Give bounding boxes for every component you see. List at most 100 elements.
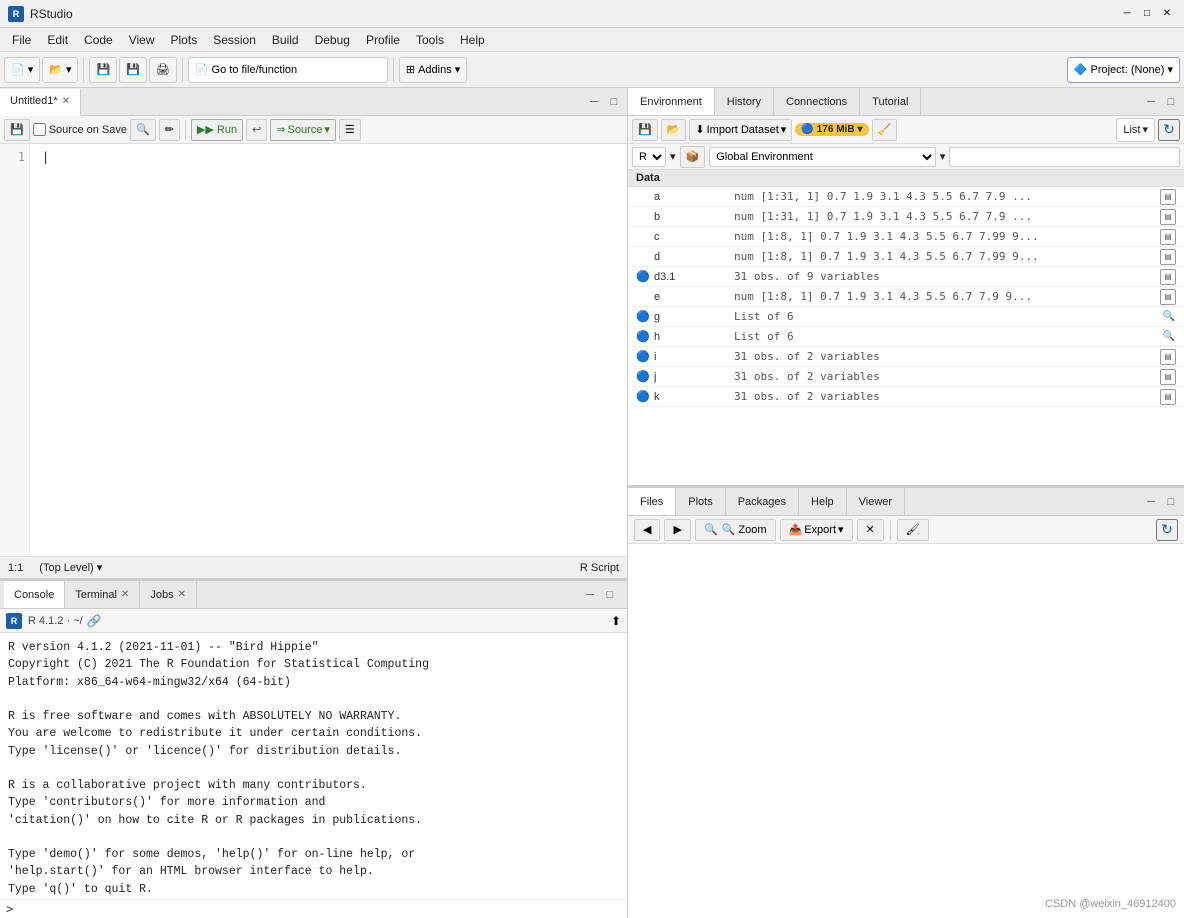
env-row-j[interactable]: 🔵 j 31 obs. of 2 variables ▤ (628, 367, 1184, 387)
env-search-input[interactable] (949, 147, 1180, 167)
import-dataset-button[interactable]: ⬇ Import Dataset ▾ (689, 119, 792, 141)
new-file-button[interactable]: 📄 ▾ (4, 57, 40, 83)
env-scroll-j[interactable]: ▤ (1160, 369, 1176, 385)
menu-profile[interactable]: Profile (358, 31, 408, 49)
save-all-button[interactable]: 💾 (119, 57, 147, 83)
env-row-k[interactable]: 🔵 k 31 obs. of 2 variables ▤ (628, 387, 1184, 407)
files-refresh-button[interactable]: ↻ (1156, 519, 1178, 541)
env-row-e[interactable]: e num [1:8, 1] 0.7 1.9 3.1 4.3 5.5 6.7 7… (628, 287, 1184, 307)
env-row-h[interactable]: 🔵 h List of 6 🔍 (628, 327, 1184, 347)
list-view-label: List (1123, 124, 1140, 136)
env-package-button[interactable]: 📦 (680, 146, 706, 168)
files-maximize-button[interactable]: □ (1162, 493, 1180, 511)
rerun-button[interactable]: ↩ (246, 119, 267, 141)
export-button[interactable]: 📤 Export ▾ (780, 519, 853, 541)
env-scroll-i[interactable]: ▤ (1160, 349, 1176, 365)
console-tab[interactable]: Console (4, 581, 65, 608)
print-button[interactable]: 🖨 (149, 57, 177, 83)
env-row-c[interactable]: c num [1:8, 1] 0.7 1.9 3.1 4.3 5.5 6.7 7… (628, 227, 1184, 247)
env-scroll-b[interactable]: ▤ (1160, 209, 1176, 225)
addins-button[interactable]: ⊞ Addins ▾ (399, 57, 467, 83)
env-scroll-e[interactable]: ▤ (1160, 289, 1176, 305)
env-row-b[interactable]: b num [1:31, 1] 0.7 1.9 3.1 4.3 5.5 6.7 … (628, 207, 1184, 227)
go-to-file-button[interactable]: 📄 Go to file/function (188, 57, 388, 83)
files-tab[interactable]: Files (628, 488, 676, 515)
source-button[interactable]: ⇒ Source ▾ (270, 119, 336, 141)
env-row-d3[interactable]: 🔵 d3.1 31 obs. of 9 variables ▤ (628, 267, 1184, 287)
jobs-tab[interactable]: Jobs ✕ (140, 581, 197, 608)
close-button[interactable]: ✕ (1158, 5, 1176, 23)
save-button[interactable]: 💾 (89, 57, 117, 83)
source-on-save-checkbox[interactable] (33, 123, 46, 136)
terminal-close-icon[interactable]: ✕ (121, 589, 129, 600)
console-scroll-top[interactable]: ⬆ (611, 614, 621, 628)
editor-options-button[interactable]: ☰ (339, 119, 361, 141)
files-minimize-button[interactable]: ─ (1142, 493, 1160, 511)
env-row-i[interactable]: 🔵 i 31 obs. of 2 variables ▤ (628, 347, 1184, 367)
plots-tab[interactable]: Plots (676, 488, 725, 515)
env-search-h[interactable]: 🔍 (1162, 330, 1176, 344)
env-row-a[interactable]: a num [1:31, 1] 0.7 1.9 3.1 4.3 5.5 6.7 … (628, 187, 1184, 207)
tutorial-tab[interactable]: Tutorial (860, 88, 921, 115)
global-env-selector[interactable]: Global Environment (709, 147, 936, 167)
menu-debug[interactable]: Debug (307, 31, 358, 49)
env-scroll-d[interactable]: ▤ (1160, 249, 1176, 265)
editor-search-button[interactable]: 🔍 (130, 119, 156, 141)
terminal-tab-label: Terminal (75, 589, 117, 601)
env-search-g[interactable]: 🔍 (1162, 310, 1176, 324)
r-version-path: R 4.1.2 · ~/ (28, 615, 83, 627)
menu-session[interactable]: Session (205, 31, 264, 49)
env-refresh-button[interactable]: ↻ (1158, 119, 1180, 141)
open-file-button[interactable]: 📂 ▾ (42, 57, 78, 83)
list-view-selector[interactable]: List ▾ (1116, 118, 1155, 142)
env-scroll-k[interactable]: ▤ (1160, 389, 1176, 405)
viewer-tab[interactable]: Viewer (847, 488, 905, 515)
menu-help[interactable]: Help (452, 31, 493, 49)
console-input[interactable] (17, 902, 621, 916)
menu-code[interactable]: Code (76, 31, 121, 49)
editor-save-button[interactable]: 💾 (4, 119, 30, 141)
editor-maximize-button[interactable]: □ (605, 93, 623, 111)
env-scroll-d3[interactable]: ▤ (1160, 269, 1176, 285)
connections-tab[interactable]: Connections (774, 88, 860, 115)
env-minimize-button[interactable]: ─ (1142, 93, 1160, 111)
env-open-button[interactable]: 📂 (661, 119, 687, 141)
menu-edit[interactable]: Edit (39, 31, 76, 49)
editor-content[interactable]: | (30, 144, 627, 556)
zoom-button[interactable]: 🔍 🔍 Zoom (695, 519, 776, 541)
files-close-button[interactable]: ✕ (857, 519, 884, 541)
editor-tab-close[interactable]: ✕ (62, 96, 70, 107)
menu-build[interactable]: Build (264, 31, 307, 49)
minimize-button[interactable]: ─ (1118, 5, 1136, 23)
environment-tab[interactable]: Environment (628, 88, 715, 115)
env-row-d[interactable]: d num [1:8, 1] 0.7 1.9 3.1 4.3 5.5 6.7 7… (628, 247, 1184, 267)
maximize-button[interactable]: □ (1138, 5, 1156, 23)
files-forward-button[interactable]: ▶ (664, 519, 690, 541)
env-row-g[interactable]: 🔵 g List of 6 🔍 (628, 307, 1184, 327)
history-tab[interactable]: History (715, 88, 774, 115)
menu-view[interactable]: View (121, 31, 163, 49)
menu-plots[interactable]: Plots (163, 31, 206, 49)
menu-tools[interactable]: Tools (408, 31, 452, 49)
console-minimize-button[interactable]: ─ (581, 586, 599, 604)
menu-file[interactable]: File (4, 31, 39, 49)
console-maximize-button[interactable]: □ (601, 586, 619, 604)
editor-tab-untitled1[interactable]: Untitled1* ✕ (0, 89, 81, 116)
env-broom-button[interactable]: 🧹 (872, 119, 898, 141)
files-brush-button[interactable]: 🖌 (897, 519, 929, 541)
terminal-tab[interactable]: Terminal ✕ (65, 581, 140, 608)
editor-minimize-button[interactable]: ─ (585, 93, 603, 111)
files-back-button[interactable]: ◀ (634, 519, 660, 541)
help-tab[interactable]: Help (799, 488, 847, 515)
env-scroll-a[interactable]: ▤ (1160, 189, 1176, 205)
jobs-close-icon[interactable]: ✕ (178, 589, 186, 600)
env-save-button[interactable]: 💾 (632, 119, 658, 141)
editor-wand-button[interactable]: ✏ (159, 119, 180, 141)
env-maximize-button[interactable]: □ (1162, 93, 1180, 111)
env-scroll-c[interactable]: ▤ (1160, 229, 1176, 245)
r-selector[interactable]: R (632, 147, 666, 167)
project-selector[interactable]: 🔷 Project: (None) ▾ (1067, 57, 1180, 83)
run-button[interactable]: ▶ ▶ Run (191, 119, 243, 141)
packages-tab[interactable]: Packages (726, 488, 799, 515)
source-on-save-label[interactable]: Source on Save (33, 123, 127, 136)
